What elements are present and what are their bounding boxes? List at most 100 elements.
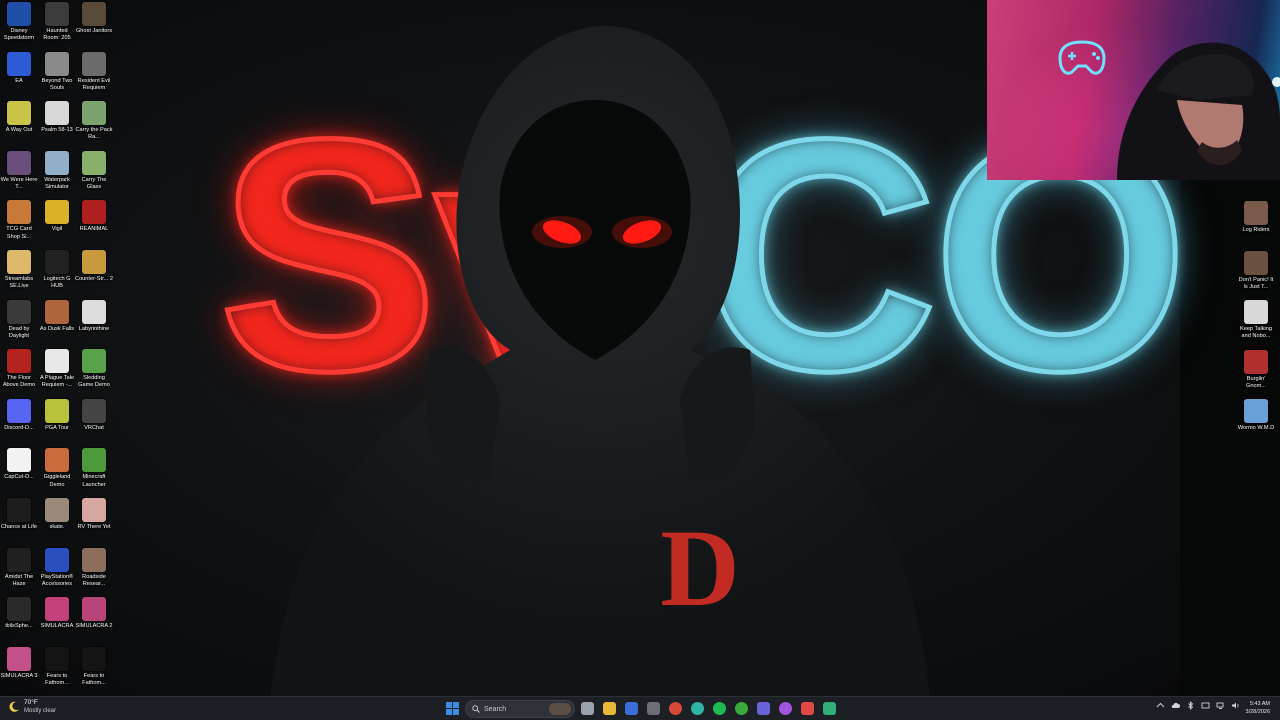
desktop-icon-label: Ghost Janitors [75,28,113,34]
taskbar-clock[interactable]: 5:43 AM 3/28/2026 [1246,700,1270,716]
volume-icon[interactable] [1231,701,1240,710]
desktop-icon[interactable]: Carry the Pack Ra... [75,99,113,141]
burglin-gnomes-icon [1244,349,1268,374]
display-icon[interactable] [1201,701,1210,710]
desktop-icon[interactable]: Vigil [38,198,76,233]
desktop-icon[interactable]: SIMULACRA 3 [0,645,38,680]
playstation-icon [45,547,69,572]
calculator-icon[interactable] [647,702,660,715]
desktop-icon[interactable]: Roadside Resear... [75,546,113,588]
wallpaper-hooded-figure: D [270,25,930,696]
mail-icon[interactable] [625,702,638,715]
desktop-icon[interactable]: Keep Talking and Nobo... [1237,298,1275,340]
beyond-two-souls-icon [45,51,69,76]
desktop-icon[interactable]: skate. [38,496,76,531]
desktop-icon[interactable]: Burglin' Gnom... [1237,348,1275,390]
desktop-icon-label: We Were Here T... [0,176,38,190]
cloud-icon[interactable] [1171,701,1180,710]
desktop-icon[interactable]: Streamlabs SE.Live [0,248,38,290]
desktop-icon[interactable]: Don't Panic! It Is Just T... [1237,249,1275,291]
task-view-icon[interactable] [581,702,594,715]
desktop-icon[interactable]: Sledding Game Demo [75,347,113,389]
carry-the-glass-icon [82,150,106,175]
desktop-icon[interactable]: Discord-D... [0,397,38,432]
teams-icon[interactable] [757,702,770,715]
desktop-icon[interactable]: Wormo W.M.D [1237,397,1275,432]
windows-start-icon[interactable] [445,701,460,716]
desktop-icon[interactable]: The Floor Above Demo [0,347,38,389]
desktop-icon[interactable]: RV There Yet [75,496,113,531]
desktop-icon-label: REANIMAL [79,226,109,233]
desktop-icon[interactable]: SIMULACRA 2 [75,595,113,630]
clock-time: 5:43 AM [1249,701,1270,707]
ea-icon [7,51,31,76]
desktop-icon[interactable]: Fears to Fathom... [38,645,76,687]
webcam-person [1117,42,1280,180]
desktop-icon[interactable]: REANIMAL [75,198,113,233]
desktop-icon-label: A Way Out [5,127,33,134]
desktop-icon[interactable]: Psalm 58-13 [38,99,76,134]
desktop-icon-label: skate. [49,524,65,530]
desktop-icon[interactable]: SIMULACRA [38,595,76,630]
desktop-icon[interactable]: Dead by Daylight [0,298,38,340]
ibilsphere-icon [7,597,31,622]
chevron-up-icon[interactable] [1156,701,1165,710]
desktop-icon[interactable]: VRChat [75,397,113,432]
keep-talking-icon [1244,300,1268,325]
bluetooth-icon[interactable] [1186,701,1195,710]
amidst-the-haze-icon [7,547,31,572]
desktop-icon[interactable]: Disney Speedstorm [0,0,38,42]
network-icon[interactable] [1216,701,1225,710]
desktop-icon[interactable]: Resident Evil Requiem [75,50,113,92]
desktop-icon[interactable]: Logitech G HUB [38,248,76,290]
desktop-icon[interactable]: Carry The Glass [75,149,113,191]
search-icon [472,705,480,713]
desktop-icon-label: EA [15,77,23,84]
desktop-icon[interactable]: As Dusk Falls [38,298,76,333]
desktop-icon[interactable]: ibilsSphe... [0,595,38,630]
roadside-icon [82,547,106,572]
waterpark-icon [45,150,69,175]
desktop-icon[interactable]: Minecraft Launcher [75,446,113,488]
counter-strike-icon [82,250,106,274]
chrome-icon[interactable] [669,702,682,715]
desktop-icon-label: CapCut-D... [4,474,34,481]
messenger-icon[interactable] [779,702,792,715]
desktop-icon-label: Fears to Fathom... [82,672,106,686]
desktop-icon[interactable]: CapCut-D... [0,446,38,481]
desktop-icon[interactable]: Ghost Janitors [75,0,113,35]
weather-temperature: 70°F [24,699,38,706]
desktop-icon[interactable]: Waterpark Simulator [38,149,76,191]
desktop-icon[interactable]: Haunted Room: 205 [38,0,76,42]
desktop-icon[interactable]: Chance at Life [0,496,38,531]
desktop-icon[interactable]: PGA Tour [38,397,76,432]
desktop-icon[interactable]: Beyond Two Souls [38,50,76,92]
desktop-icon[interactable]: PlayStation® Accessories [38,546,76,588]
app-icon[interactable] [823,702,836,715]
edge-icon[interactable] [691,702,704,715]
desktop-icon[interactable]: Amidst The Haze [0,546,38,588]
weather-widget[interactable]: 70°F Mostly clear [8,699,56,715]
desktop-icon-label: Streamlabs SE.Live [4,276,34,290]
discord-icon [7,398,31,423]
file-explorer-icon[interactable] [603,702,616,715]
desktop-icon[interactable]: Log Riders [1237,199,1275,234]
desktop-icon[interactable]: EA [0,50,38,85]
spotify-icon[interactable] [713,702,726,715]
desktop-icon[interactable]: A Way Out [0,99,38,134]
desktop-icon[interactable]: Labyrinthine [75,298,113,333]
reanimal-icon [82,200,106,225]
desktop-icon[interactable]: TCG Card Shop Si... [0,198,38,240]
desktop-icon[interactable]: We Were Here T... [0,149,38,191]
desktop-icon-label: Roadside Resear... [82,573,106,587]
desktop-icon[interactable]: Counter-Str... 2 [75,248,113,283]
capcut-taskbar-icon[interactable] [801,702,814,715]
desktop-icon-label: SIMULACRA [40,623,74,630]
desktop-icon[interactable]: A Plague Tale Requiem -... [38,347,76,389]
desktop-icon-label: Wormo W.M.D [1237,425,1275,432]
weather-condition: Mostly clear [24,708,57,714]
xbox-icon[interactable] [735,702,748,715]
desktop-icon[interactable]: Giggleland Demo [38,446,76,488]
taskbar-search-box[interactable]: Search [465,700,575,718]
desktop-icon[interactable]: Fears to Fathom... [75,645,113,687]
